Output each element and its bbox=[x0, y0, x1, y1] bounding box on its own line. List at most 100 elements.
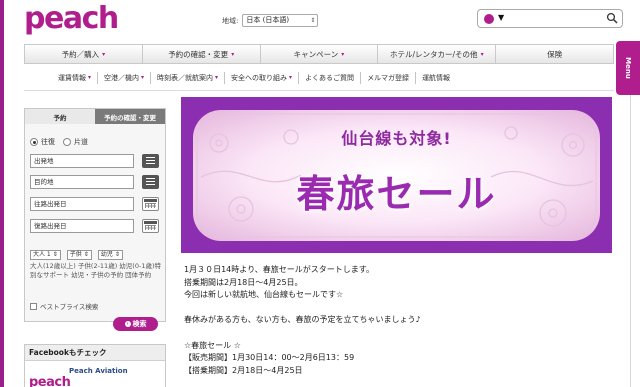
main-nav-label: 保険 bbox=[547, 49, 563, 59]
article-line: 【販売期間】1月30日14：00～2月6日13：59 bbox=[184, 353, 355, 363]
main-nav-campaign[interactable]: キャンペーン ▾ bbox=[261, 45, 379, 63]
article-blank-line bbox=[184, 302, 604, 315]
main-nav-reserve[interactable]: 予約／購入 ▾ bbox=[25, 45, 143, 63]
article-line: ☆春旅セール ☆ bbox=[184, 340, 241, 350]
arrow-right-icon: › bbox=[124, 321, 131, 327]
chevron-down-icon: ▾ bbox=[102, 50, 106, 58]
infants-value: 幼児 bbox=[100, 251, 113, 258]
sub-nav-label: よくあるご質問 bbox=[305, 74, 355, 82]
sub-nav-label: 安全への取り組み bbox=[231, 74, 288, 82]
main-nav-label: ホテル/レンタカー/その他 bbox=[390, 49, 478, 59]
banner-title: 春旅セール bbox=[296, 172, 497, 216]
chevron-updown-icon: ⇕ bbox=[52, 251, 58, 258]
round-trip-radio[interactable]: 往復 bbox=[30, 137, 55, 147]
booking-form: 往復 片道 出発地 目的地 往路出発日 復路出発日 大人 1 ⇕ 子供 ⇕ 幼児 ⇕ … bbox=[25, 124, 165, 331]
facebook-peach-logo[interactable]: peach bbox=[29, 375, 71, 387]
main-nav-label: キャンペーン bbox=[293, 49, 339, 59]
destination-field[interactable]: 目的地 bbox=[30, 175, 134, 189]
chevron-updown-icon: ⇕ bbox=[83, 251, 89, 258]
depart-date-field[interactable]: 往路出発日 bbox=[30, 197, 134, 211]
adults-value: 大人 1 bbox=[33, 251, 51, 258]
sub-nav-safety[interactable]: 安全への取り組み ▾ bbox=[225, 72, 300, 84]
chevron-down-icon: ▾ bbox=[231, 50, 235, 58]
article-blank-line bbox=[184, 327, 604, 340]
best-price-label: ベストプライス検索 bbox=[40, 303, 99, 311]
campaign-banner[interactable]: 仙台線も対象! 春旅セール bbox=[181, 97, 612, 253]
main-nav-hotel[interactable]: ホテル/レンタカー/その他 ▾ bbox=[378, 45, 497, 63]
right-divider bbox=[630, 95, 631, 387]
sub-nav-fares[interactable]: 運賃情報 ▾ bbox=[52, 72, 99, 84]
region-selector: 地域: 日本 (日本語) ⇕ bbox=[222, 14, 319, 27]
article-line: 春休みがある方も、ない方も、春旅の予定を立てちゃいましょう♪ bbox=[184, 315, 421, 325]
article-line: 1月３０日14時より、春旅セールがスタートします。 bbox=[184, 265, 374, 274]
search-button-label: 検索 bbox=[132, 320, 147, 328]
sub-nav-label: 空港／機内 bbox=[104, 74, 140, 82]
round-trip-label: 往復 bbox=[41, 138, 55, 146]
nav-divider bbox=[24, 90, 614, 91]
main-nav-label: 予約の確認・変更 bbox=[168, 49, 229, 59]
chevron-updown-icon: ⇕ bbox=[114, 251, 120, 258]
list-icon[interactable] bbox=[142, 154, 159, 168]
booking-tabs: 予約 予約の確認・変更 bbox=[25, 109, 165, 124]
main-nav-insurance[interactable]: 保険 bbox=[496, 45, 613, 63]
infants-select[interactable]: 幼児 ⇕ bbox=[97, 250, 123, 260]
region-select[interactable]: 日本 (日本語) ⇕ bbox=[242, 14, 319, 27]
article-line: 【搭乗期間】2月18日～4月25日 bbox=[184, 365, 303, 375]
region-selected-value: 日本 (日本語) bbox=[246, 16, 290, 24]
tab-book[interactable]: 予約 bbox=[25, 109, 95, 124]
facebook-box: Facebookもチェック peach Peach Aviation bbox=[24, 344, 166, 387]
sub-nav: 運賃情報 ▾ 空港／機内 ▾ 時刻表／就航案内 ▾ 安全への取り組み ▾ よくあるご質問… bbox=[52, 71, 456, 85]
best-price-option[interactable]: ベストプライス検索 bbox=[30, 301, 98, 311]
children-select[interactable]: 子供 ⇕ bbox=[66, 250, 92, 260]
one-way-radio[interactable]: 片道 bbox=[63, 137, 88, 147]
peach-logo[interactable]: peach bbox=[24, 2, 119, 36]
search-button[interactable]: › 検索 bbox=[113, 317, 158, 331]
trip-type: 往復 片道 bbox=[30, 137, 88, 147]
sub-nav-label: 運賃情報 bbox=[58, 74, 86, 82]
article-body: 1月３０日14時より、春旅セールがスタートします。 搭乗期間は2月18日～4月2… bbox=[184, 264, 604, 377]
radio-selected-icon bbox=[30, 138, 38, 146]
calendar-icon[interactable] bbox=[142, 219, 159, 233]
facebook-title: Facebookもチェック bbox=[25, 345, 165, 361]
main-nav-manage[interactable]: 予約の確認・変更 ▾ bbox=[143, 45, 261, 63]
passenger-help-links[interactable]: 大人(12歳以上) 子供(2-11歳) 幼児(0-1歳)特別なサポート 幼児・子… bbox=[30, 262, 162, 280]
best-price-checkbox[interactable] bbox=[30, 302, 37, 310]
return-date-field[interactable]: 復路出発日 bbox=[30, 219, 134, 233]
menu-tab[interactable]: Menu bbox=[616, 41, 640, 95]
article-line: 搭乗期間は2月18日～4月25日。 bbox=[184, 277, 303, 287]
adults-select[interactable]: 大人 1 ⇕ bbox=[30, 250, 61, 260]
page-accent-bar bbox=[0, 0, 4, 387]
sub-nav-newsletter[interactable]: メルマガ登録 bbox=[361, 72, 417, 84]
site-search-input[interactable]: ▼ bbox=[477, 9, 623, 28]
sub-nav-faq[interactable]: よくあるご質問 bbox=[299, 72, 362, 84]
search-icon[interactable] bbox=[606, 12, 618, 24]
sub-nav-timetable[interactable]: 時刻表／就航案内 ▾ bbox=[151, 72, 226, 84]
menu-tab-label: Menu bbox=[624, 57, 632, 79]
list-icon[interactable] bbox=[142, 175, 159, 189]
sub-nav-label: メルマガ登録 bbox=[367, 74, 410, 82]
one-way-label: 片道 bbox=[74, 138, 88, 146]
chevron-down-icon: ▾ bbox=[88, 74, 92, 81]
origin-field[interactable]: 出発地 bbox=[30, 154, 134, 168]
peach-dot-icon bbox=[484, 14, 494, 24]
chevron-down-icon: ▾ bbox=[289, 74, 293, 81]
chevron-updown-icon: ⇕ bbox=[310, 17, 316, 24]
main-nav-label: 予約／購入 bbox=[61, 49, 100, 59]
radio-icon bbox=[63, 138, 71, 146]
sub-nav-status[interactable]: 運航情報 bbox=[416, 72, 456, 84]
main-nav: 予約／購入 ▾ 予約の確認・変更 ▾ キャンペーン ▾ ホテル/レンタカー/その他 ▾ … bbox=[24, 44, 614, 64]
booking-panel: 予約 予約の確認・変更 往復 片道 出発地 目的地 往路出発日 復路出発日 大人… bbox=[24, 108, 166, 331]
tab-manage-booking[interactable]: 予約の確認・変更 bbox=[95, 109, 165, 124]
chevron-down-icon: ▾ bbox=[141, 74, 145, 81]
article-line: 今回は新しい就航地、仙台線もセールです☆ bbox=[184, 290, 344, 300]
calendar-icon[interactable] bbox=[142, 197, 159, 211]
chevron-down-icon: ▾ bbox=[215, 74, 219, 81]
chevron-down-icon: ▾ bbox=[341, 50, 345, 58]
caret-down-icon[interactable]: ▼ bbox=[498, 13, 504, 22]
children-value: 子供 bbox=[69, 251, 82, 258]
facebook-page-name[interactable]: Peach Aviation bbox=[69, 367, 128, 375]
banner-subtitle: 仙台線も対象! bbox=[341, 129, 452, 148]
sub-nav-airport[interactable]: 空港／機内 ▾ bbox=[98, 72, 152, 84]
passenger-selectors: 大人 1 ⇕ 子供 ⇕ 幼児 ⇕ bbox=[30, 250, 123, 260]
region-label: 地域: bbox=[222, 16, 239, 25]
